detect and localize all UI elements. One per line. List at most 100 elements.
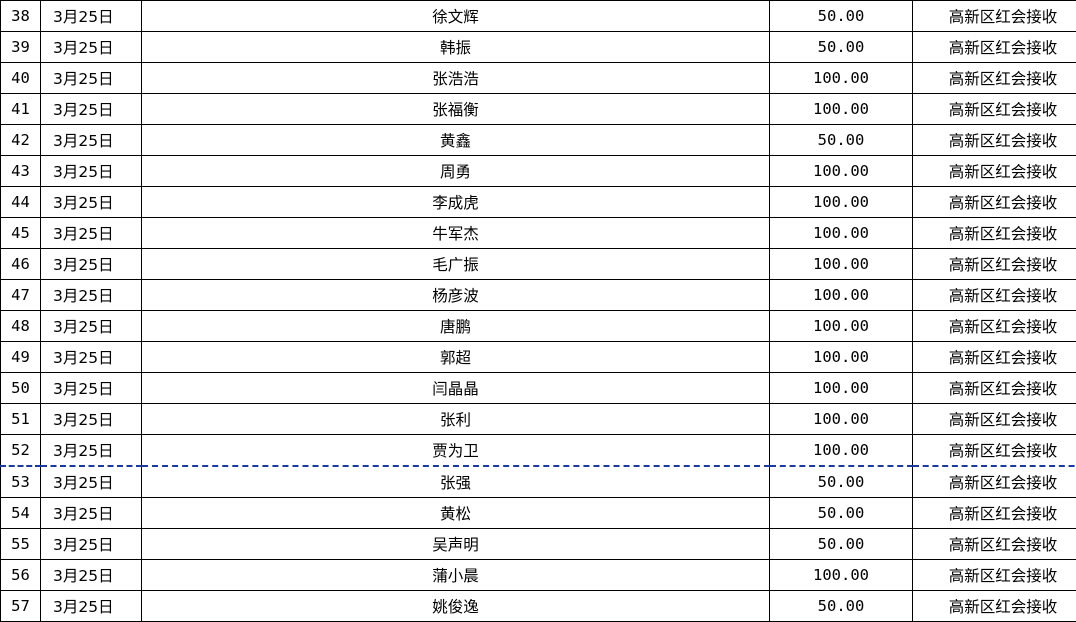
date-cell[interactable]: 3月25日 bbox=[41, 63, 142, 94]
row-number-cell[interactable]: 46 bbox=[1, 249, 41, 280]
amount-cell[interactable]: 50.00 bbox=[770, 498, 913, 529]
name-cell[interactable]: 杨彦波 bbox=[142, 280, 770, 311]
note-cell[interactable]: 高新区红会接收 bbox=[913, 32, 1076, 63]
note-cell[interactable]: 高新区红会接收 bbox=[913, 404, 1076, 435]
note-cell[interactable]: 高新区红会接收 bbox=[913, 466, 1076, 498]
name-cell[interactable]: 牛军杰 bbox=[142, 218, 770, 249]
note-cell[interactable]: 高新区红会接收 bbox=[913, 218, 1076, 249]
row-number-cell[interactable]: 56 bbox=[1, 560, 41, 591]
note-cell[interactable]: 高新区红会接收 bbox=[913, 1, 1076, 32]
note-cell[interactable]: 高新区红会接收 bbox=[913, 249, 1076, 280]
date-cell[interactable]: 3月25日 bbox=[41, 249, 142, 280]
date-cell[interactable]: 3月25日 bbox=[41, 280, 142, 311]
note-cell[interactable]: 高新区红会接收 bbox=[913, 529, 1076, 560]
row-number-cell[interactable]: 39 bbox=[1, 32, 41, 63]
amount-cell[interactable]: 50.00 bbox=[770, 529, 913, 560]
name-cell[interactable]: 徐文辉 bbox=[142, 1, 770, 32]
name-cell[interactable]: 郭超 bbox=[142, 342, 770, 373]
row-number-cell[interactable]: 42 bbox=[1, 125, 41, 156]
date-cell[interactable]: 3月25日 bbox=[41, 187, 142, 218]
row-number-cell[interactable]: 44 bbox=[1, 187, 41, 218]
date-cell[interactable]: 3月25日 bbox=[41, 311, 142, 342]
note-cell[interactable]: 高新区红会接收 bbox=[913, 342, 1076, 373]
row-number-cell[interactable]: 41 bbox=[1, 94, 41, 125]
note-cell[interactable]: 高新区红会接收 bbox=[913, 591, 1076, 622]
name-cell[interactable]: 黄鑫 bbox=[142, 125, 770, 156]
row-number-cell[interactable]: 50 bbox=[1, 373, 41, 404]
amount-cell[interactable]: 100.00 bbox=[770, 404, 913, 435]
amount-cell[interactable]: 100.00 bbox=[770, 156, 913, 187]
row-number-cell[interactable]: 52 bbox=[1, 435, 41, 467]
date-cell[interactable]: 3月25日 bbox=[41, 591, 142, 622]
date-cell[interactable]: 3月25日 bbox=[41, 125, 142, 156]
row-number-cell[interactable]: 49 bbox=[1, 342, 41, 373]
row-number-cell[interactable]: 53 bbox=[1, 466, 41, 498]
row-number-cell[interactable]: 54 bbox=[1, 498, 41, 529]
row-number-cell[interactable]: 57 bbox=[1, 591, 41, 622]
amount-cell[interactable]: 100.00 bbox=[770, 218, 913, 249]
row-number-cell[interactable]: 47 bbox=[1, 280, 41, 311]
date-cell[interactable]: 3月25日 bbox=[41, 435, 142, 467]
date-cell[interactable]: 3月25日 bbox=[41, 529, 142, 560]
amount-cell[interactable]: 100.00 bbox=[770, 342, 913, 373]
date-cell[interactable]: 3月25日 bbox=[41, 1, 142, 32]
amount-cell[interactable]: 100.00 bbox=[770, 311, 913, 342]
amount-cell[interactable]: 100.00 bbox=[770, 187, 913, 218]
row-number-cell[interactable]: 38 bbox=[1, 1, 41, 32]
name-cell[interactable]: 唐鹏 bbox=[142, 311, 770, 342]
name-cell[interactable]: 张福衡 bbox=[142, 94, 770, 125]
note-cell[interactable]: 高新区红会接收 bbox=[913, 63, 1076, 94]
row-number-cell[interactable]: 51 bbox=[1, 404, 41, 435]
note-cell[interactable]: 高新区红会接收 bbox=[913, 187, 1076, 218]
name-cell[interactable]: 张利 bbox=[142, 404, 770, 435]
note-cell[interactable]: 高新区红会接收 bbox=[913, 125, 1076, 156]
date-cell[interactable]: 3月25日 bbox=[41, 342, 142, 373]
date-cell[interactable]: 3月25日 bbox=[41, 404, 142, 435]
amount-cell[interactable]: 100.00 bbox=[770, 249, 913, 280]
note-cell[interactable]: 高新区红会接收 bbox=[913, 280, 1076, 311]
name-cell[interactable]: 李成虎 bbox=[142, 187, 770, 218]
date-cell[interactable]: 3月25日 bbox=[41, 32, 142, 63]
note-cell[interactable]: 高新区红会接收 bbox=[913, 498, 1076, 529]
name-cell[interactable]: 蒲小晨 bbox=[142, 560, 770, 591]
date-cell[interactable]: 3月25日 bbox=[41, 156, 142, 187]
note-cell[interactable]: 高新区红会接收 bbox=[913, 94, 1076, 125]
date-cell[interactable]: 3月25日 bbox=[41, 373, 142, 404]
name-cell[interactable]: 张浩浩 bbox=[142, 63, 770, 94]
amount-cell[interactable]: 100.00 bbox=[770, 280, 913, 311]
name-cell[interactable]: 姚俊逸 bbox=[142, 591, 770, 622]
amount-cell[interactable]: 100.00 bbox=[770, 94, 913, 125]
row-number-cell[interactable]: 40 bbox=[1, 63, 41, 94]
name-cell[interactable]: 周勇 bbox=[142, 156, 770, 187]
row-number-cell[interactable]: 55 bbox=[1, 529, 41, 560]
row-number-cell[interactable]: 43 bbox=[1, 156, 41, 187]
name-cell[interactable]: 张强 bbox=[142, 466, 770, 498]
amount-cell[interactable]: 100.00 bbox=[770, 63, 913, 94]
name-cell[interactable]: 黄松 bbox=[142, 498, 770, 529]
name-cell[interactable]: 闫晶晶 bbox=[142, 373, 770, 404]
note-cell[interactable]: 高新区红会接收 bbox=[913, 373, 1076, 404]
note-cell[interactable]: 高新区红会接收 bbox=[913, 156, 1076, 187]
amount-cell[interactable]: 50.00 bbox=[770, 125, 913, 156]
row-number-cell[interactable]: 45 bbox=[1, 218, 41, 249]
amount-cell[interactable]: 50.00 bbox=[770, 1, 913, 32]
amount-cell[interactable]: 100.00 bbox=[770, 373, 913, 404]
name-cell[interactable]: 贾为卫 bbox=[142, 435, 770, 467]
date-cell[interactable]: 3月25日 bbox=[41, 560, 142, 591]
date-cell[interactable]: 3月25日 bbox=[41, 218, 142, 249]
date-cell[interactable]: 3月25日 bbox=[41, 466, 142, 498]
row-number-cell[interactable]: 48 bbox=[1, 311, 41, 342]
name-cell[interactable]: 毛广振 bbox=[142, 249, 770, 280]
amount-cell[interactable]: 100.00 bbox=[770, 560, 913, 591]
note-cell[interactable]: 高新区红会接收 bbox=[913, 560, 1076, 591]
date-cell[interactable]: 3月25日 bbox=[41, 498, 142, 529]
name-cell[interactable]: 韩振 bbox=[142, 32, 770, 63]
amount-cell[interactable]: 100.00 bbox=[770, 435, 913, 467]
amount-cell[interactable]: 50.00 bbox=[770, 32, 913, 63]
amount-cell[interactable]: 50.00 bbox=[770, 466, 913, 498]
note-cell[interactable]: 高新区红会接收 bbox=[913, 435, 1076, 467]
date-cell[interactable]: 3月25日 bbox=[41, 94, 142, 125]
amount-cell[interactable]: 50.00 bbox=[770, 591, 913, 622]
note-cell[interactable]: 高新区红会接收 bbox=[913, 311, 1076, 342]
name-cell[interactable]: 吴声明 bbox=[142, 529, 770, 560]
